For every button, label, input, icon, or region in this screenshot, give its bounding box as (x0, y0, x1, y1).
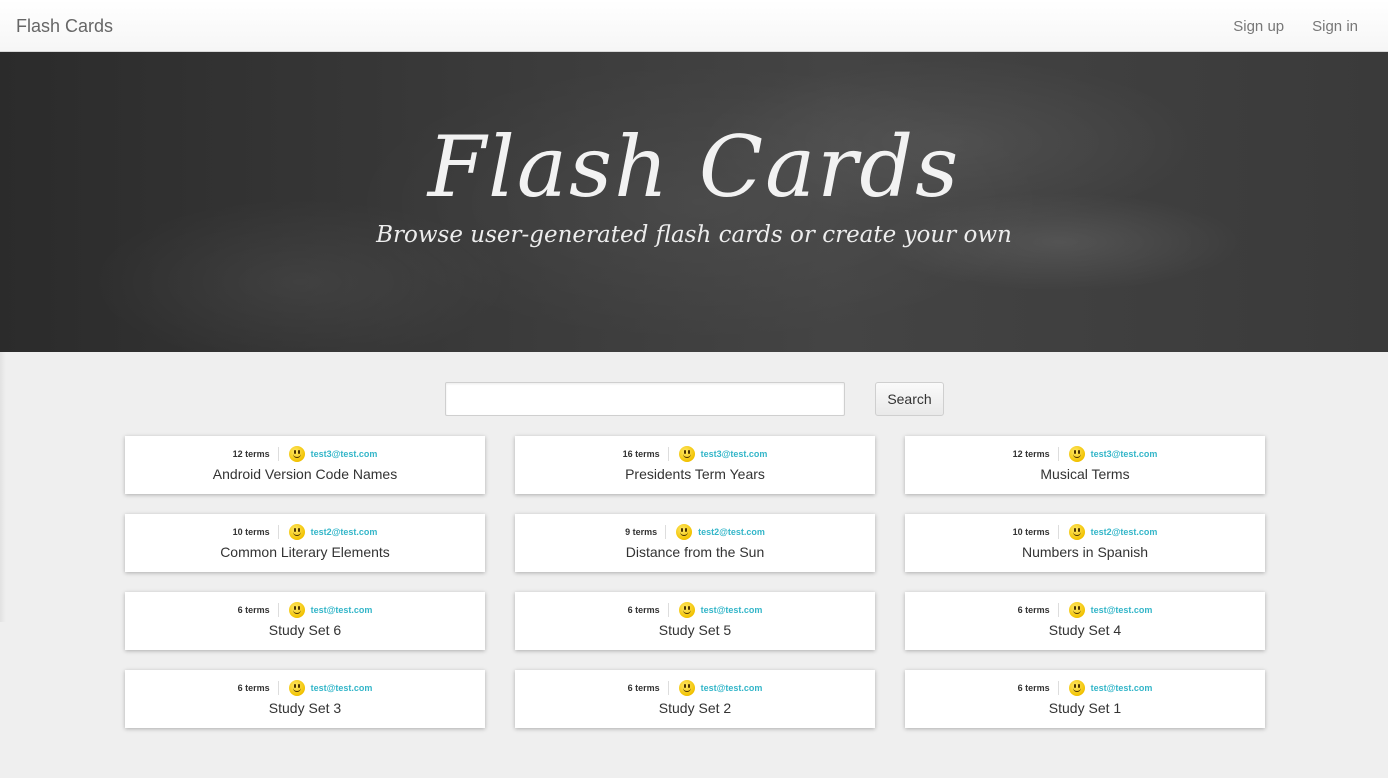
smiley-icon (676, 524, 693, 540)
page-edge-shadow (0, 352, 6, 622)
smiley-icon (1068, 524, 1085, 540)
card-meta: 6 terms test@test.com (515, 679, 875, 697)
card-meta: 6 terms test@test.com (905, 601, 1265, 619)
term-count: 10 terms (233, 525, 279, 539)
author-email-link[interactable]: test@test.com (311, 683, 373, 693)
smiley-icon (288, 602, 305, 618)
card-meta: 16 terms test3@test.com (515, 445, 875, 463)
smiley-icon (288, 524, 305, 540)
search-button[interactable]: Search (875, 382, 944, 416)
term-count: 10 terms (1013, 525, 1059, 539)
smiley-icon (678, 446, 695, 462)
term-count: 6 terms (1018, 681, 1059, 695)
card-title: Study Set 1 (1048, 700, 1122, 716)
author-email-link[interactable]: test@test.com (1091, 683, 1153, 693)
term-count: 12 terms (233, 447, 279, 461)
card-meta: 6 terms test@test.com (125, 601, 485, 619)
study-set-card[interactable]: 12 terms test3@test.com Android Version Co… (125, 436, 485, 494)
card-title: Study Set 4 (1048, 622, 1122, 638)
smiley-icon (1068, 602, 1085, 618)
card-title: Android Version Code Names (212, 466, 398, 482)
author-email-link[interactable]: test@test.com (701, 683, 763, 693)
card-title: Study Set 3 (268, 700, 342, 716)
author-email-link[interactable]: test3@test.com (701, 449, 768, 459)
author-email-link[interactable]: test3@test.com (311, 449, 378, 459)
sign-in-link[interactable]: Sign in (1312, 18, 1358, 35)
card-meta: 12 terms test3@test.com (125, 445, 485, 463)
card-meta: 12 terms test3@test.com (905, 445, 1265, 463)
card-meta: 9 terms test2@test.com (515, 523, 875, 541)
card-title: Study Set 2 (658, 700, 732, 716)
card-title: Study Set 6 (268, 622, 342, 638)
card-meta: 6 terms test@test.com (515, 601, 875, 619)
author-email-link[interactable]: test@test.com (701, 605, 763, 615)
card-meta: 6 terms test@test.com (125, 679, 485, 697)
study-set-card[interactable]: 6 terms test@test.com Study Set 3 (125, 670, 485, 728)
study-set-card[interactable]: 6 terms test@test.com Study Set 6 (125, 592, 485, 650)
smiley-icon (678, 602, 695, 618)
smiley-icon (1068, 680, 1085, 696)
term-count: 6 terms (238, 603, 279, 617)
author-email-link[interactable]: test@test.com (311, 605, 373, 615)
smiley-icon (288, 446, 305, 462)
study-set-card[interactable]: 6 terms test@test.com Study Set 1 (905, 670, 1265, 728)
search-input[interactable] (445, 382, 845, 416)
term-count: 6 terms (238, 681, 279, 695)
card-title: Presidents Term Years (625, 466, 765, 482)
card-meta: 10 terms test2@test.com (125, 523, 485, 541)
term-count: 12 terms (1013, 447, 1059, 461)
term-count: 6 terms (628, 603, 669, 617)
study-set-card[interactable]: 6 terms test@test.com Study Set 2 (515, 670, 875, 728)
card-title: Common Literary Elements (220, 544, 390, 560)
smiley-icon (1068, 446, 1085, 462)
term-count: 16 terms (623, 447, 669, 461)
study-set-card[interactable]: 10 terms test2@test.com Common Literary El… (125, 514, 485, 572)
card-title: Study Set 5 (658, 622, 732, 638)
term-count: 6 terms (628, 681, 669, 695)
term-count: 6 terms (1018, 603, 1059, 617)
card-title: Numbers in Spanish (1021, 544, 1149, 560)
study-set-card[interactable]: 12 terms test3@test.com Musical Terms (905, 436, 1265, 494)
author-email-link[interactable]: test3@test.com (1091, 449, 1158, 459)
hero-banner: Flash Cards Browse user-generated flash … (0, 52, 1388, 352)
hero-title: Flash Cards (427, 118, 961, 216)
card-meta: 10 terms test2@test.com (905, 523, 1265, 541)
hero-subtitle: Browse user-generated flash cards or cre… (376, 222, 1012, 248)
author-email-link[interactable]: test2@test.com (1091, 527, 1158, 537)
study-set-card[interactable]: 6 terms test@test.com Study Set 5 (515, 592, 875, 650)
card-title: Musical Terms (1040, 466, 1130, 482)
author-email-link[interactable]: test2@test.com (311, 527, 378, 537)
nav-links: Sign up Sign in (1233, 18, 1358, 35)
sign-up-link[interactable]: Sign up (1233, 18, 1284, 35)
study-set-card[interactable]: 16 terms test3@test.com Presidents Term Ye… (515, 436, 875, 494)
top-navbar: Flash Cards Sign up Sign in (0, 0, 1388, 52)
card-meta: 6 terms test@test.com (905, 679, 1265, 697)
card-title: Distance from the Sun (625, 544, 765, 560)
brand-link[interactable]: Flash Cards (16, 16, 113, 37)
study-set-card[interactable]: 9 terms test2@test.com Distance from the S… (515, 514, 875, 572)
author-email-link[interactable]: test@test.com (1091, 605, 1153, 615)
author-email-link[interactable]: test2@test.com (698, 527, 765, 537)
term-count: 9 terms (625, 525, 667, 539)
smiley-icon (678, 680, 695, 696)
study-set-card[interactable]: 6 terms test@test.com Study Set 4 (905, 592, 1265, 650)
study-set-card[interactable]: 10 terms test2@test.com Numbers in Spanish (905, 514, 1265, 572)
smiley-icon (288, 680, 305, 696)
